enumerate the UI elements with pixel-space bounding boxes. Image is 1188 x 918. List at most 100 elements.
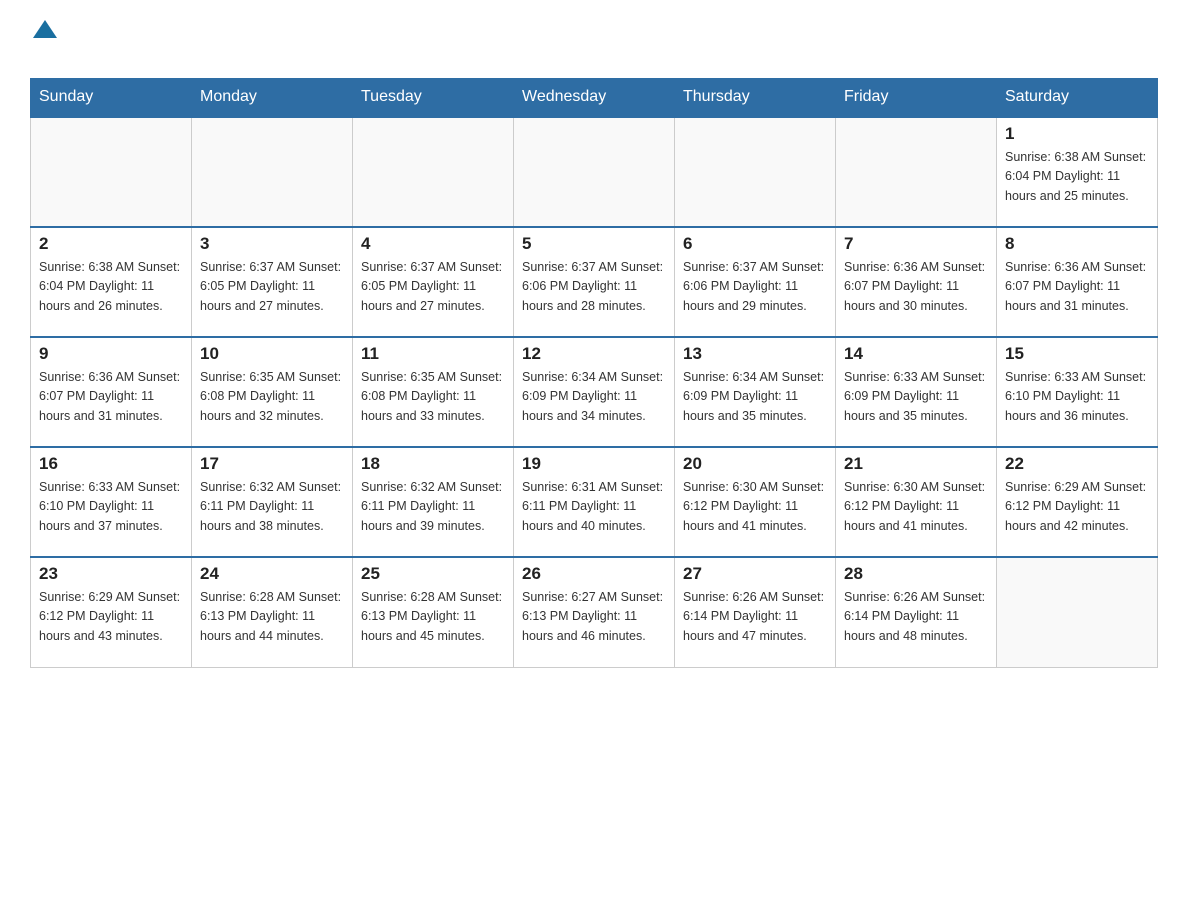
day-number: 1	[1005, 124, 1149, 144]
day-number: 20	[683, 454, 827, 474]
day-info: Sunrise: 6:33 AM Sunset: 6:10 PM Dayligh…	[1005, 368, 1149, 426]
calendar-cell: 27 Sunrise: 6:26 AM Sunset: 6:14 PM Dayli…	[675, 557, 836, 667]
calendar-cell: 7 Sunrise: 6:36 AM Sunset: 6:07 PM Daylig…	[836, 227, 997, 337]
calendar-cell	[836, 117, 997, 227]
calendar-cell: 5Sunrise: 6:37 AM Sunset: 6:06 PM Daylig…	[514, 227, 675, 337]
page-header	[30, 20, 1158, 68]
day-info: Sunrise: 6:37 AM Sunset: 6:05 PM Dayligh…	[361, 258, 505, 316]
weekday-header-monday: Monday	[192, 78, 353, 117]
calendar-cell: 23 Sunrise: 6:29 AM Sunset: 6:12 PM Dayli…	[31, 557, 192, 667]
calendar-cell: 22 Sunrise: 6:29 AM Sunset: 6:12 PM Dayli…	[997, 447, 1158, 557]
day-number: 24	[200, 564, 344, 584]
day-number: 7	[844, 234, 988, 254]
calendar-cell: 17 Sunrise: 6:32 AM Sunset: 6:11 PM Dayli…	[192, 447, 353, 557]
weekday-header-row: SundayMondayTuesdayWednesdayThursdayFrid…	[31, 78, 1158, 117]
day-number: 23	[39, 564, 183, 584]
calendar-cell: 16Sunrise: 6:33 AM Sunset: 6:10 PM Dayli…	[31, 447, 192, 557]
calendar-week-row: 23 Sunrise: 6:29 AM Sunset: 6:12 PM Dayli…	[31, 557, 1158, 667]
day-number: 6	[683, 234, 827, 254]
day-number: 27	[683, 564, 827, 584]
day-info: Sunrise: 6:33 AM Sunset: 6:09 PM Dayligh…	[844, 368, 988, 426]
day-info: Sunrise: 6:29 AM Sunset: 6:12 PM Dayligh…	[39, 588, 183, 646]
day-info: Sunrise: 6:32 AM Sunset: 6:11 PM Dayligh…	[200, 478, 344, 536]
logo-triangle-icon	[33, 20, 57, 38]
day-info: Sunrise: 6:28 AM Sunset: 6:13 PM Dayligh…	[200, 588, 344, 646]
day-info: Sunrise: 6:38 AM Sunset: 6:04 PM Dayligh…	[39, 258, 183, 316]
day-info: Sunrise: 6:37 AM Sunset: 6:06 PM Dayligh…	[683, 258, 827, 316]
day-number: 4	[361, 234, 505, 254]
calendar-cell: 8 Sunrise: 6:36 AM Sunset: 6:07 PM Daylig…	[997, 227, 1158, 337]
weekday-header-saturday: Saturday	[997, 78, 1158, 117]
day-info: Sunrise: 6:27 AM Sunset: 6:13 PM Dayligh…	[522, 588, 666, 646]
day-number: 17	[200, 454, 344, 474]
calendar-cell: 3 Sunrise: 6:37 AM Sunset: 6:05 PM Daylig…	[192, 227, 353, 337]
day-number: 3	[200, 234, 344, 254]
day-info: Sunrise: 6:34 AM Sunset: 6:09 PM Dayligh…	[683, 368, 827, 426]
day-number: 19	[522, 454, 666, 474]
day-number: 18	[361, 454, 505, 474]
calendar-week-row: 2 Sunrise: 6:38 AM Sunset: 6:04 PM Daylig…	[31, 227, 1158, 337]
weekday-header-thursday: Thursday	[675, 78, 836, 117]
calendar-cell: 10Sunrise: 6:35 AM Sunset: 6:08 PM Dayli…	[192, 337, 353, 447]
day-number: 12	[522, 344, 666, 364]
day-info: Sunrise: 6:32 AM Sunset: 6:11 PM Dayligh…	[361, 478, 505, 536]
calendar-week-row: 9 Sunrise: 6:36 AM Sunset: 6:07 PM Daylig…	[31, 337, 1158, 447]
calendar-cell: 21 Sunrise: 6:30 AM Sunset: 6:12 PM Dayli…	[836, 447, 997, 557]
calendar-cell: 26 Sunrise: 6:27 AM Sunset: 6:13 PM Dayli…	[514, 557, 675, 667]
day-number: 9	[39, 344, 183, 364]
calendar-cell	[675, 117, 836, 227]
day-info: Sunrise: 6:37 AM Sunset: 6:05 PM Dayligh…	[200, 258, 344, 316]
calendar-cell	[514, 117, 675, 227]
day-number: 13	[683, 344, 827, 364]
calendar-cell: 18 Sunrise: 6:32 AM Sunset: 6:11 PM Dayli…	[353, 447, 514, 557]
calendar-cell: 19 Sunrise: 6:31 AM Sunset: 6:11 PM Dayli…	[514, 447, 675, 557]
day-info: Sunrise: 6:36 AM Sunset: 6:07 PM Dayligh…	[844, 258, 988, 316]
calendar-cell: 28Sunrise: 6:26 AM Sunset: 6:14 PM Dayli…	[836, 557, 997, 667]
day-info: Sunrise: 6:36 AM Sunset: 6:07 PM Dayligh…	[39, 368, 183, 426]
calendar-cell: 4 Sunrise: 6:37 AM Sunset: 6:05 PM Daylig…	[353, 227, 514, 337]
calendar-week-row: 16Sunrise: 6:33 AM Sunset: 6:10 PM Dayli…	[31, 447, 1158, 557]
day-number: 14	[844, 344, 988, 364]
calendar-cell: 15Sunrise: 6:33 AM Sunset: 6:10 PM Dayli…	[997, 337, 1158, 447]
weekday-header-sunday: Sunday	[31, 78, 192, 117]
day-number: 22	[1005, 454, 1149, 474]
calendar-cell	[31, 117, 192, 227]
day-info: Sunrise: 6:36 AM Sunset: 6:07 PM Dayligh…	[1005, 258, 1149, 316]
day-number: 10	[200, 344, 344, 364]
day-info: Sunrise: 6:30 AM Sunset: 6:12 PM Dayligh…	[683, 478, 827, 536]
day-info: Sunrise: 6:31 AM Sunset: 6:11 PM Dayligh…	[522, 478, 666, 536]
day-number: 16	[39, 454, 183, 474]
calendar-cell	[192, 117, 353, 227]
calendar-cell: 9 Sunrise: 6:36 AM Sunset: 6:07 PM Daylig…	[31, 337, 192, 447]
calendar-cell: 24 Sunrise: 6:28 AM Sunset: 6:13 PM Dayli…	[192, 557, 353, 667]
day-number: 21	[844, 454, 988, 474]
day-info: Sunrise: 6:26 AM Sunset: 6:14 PM Dayligh…	[683, 588, 827, 646]
weekday-header-wednesday: Wednesday	[514, 78, 675, 117]
calendar-table: SundayMondayTuesdayWednesdayThursdayFrid…	[30, 78, 1158, 668]
calendar-cell: 2 Sunrise: 6:38 AM Sunset: 6:04 PM Daylig…	[31, 227, 192, 337]
day-number: 8	[1005, 234, 1149, 254]
calendar-cell: 20 Sunrise: 6:30 AM Sunset: 6:12 PM Dayli…	[675, 447, 836, 557]
day-number: 11	[361, 344, 505, 364]
day-info: Sunrise: 6:26 AM Sunset: 6:14 PM Dayligh…	[844, 588, 988, 646]
calendar-cell: 1 Sunrise: 6:38 AM Sunset: 6:04 PM Daylig…	[997, 117, 1158, 227]
day-info: Sunrise: 6:38 AM Sunset: 6:04 PM Dayligh…	[1005, 148, 1149, 206]
weekday-header-tuesday: Tuesday	[353, 78, 514, 117]
day-info: Sunrise: 6:30 AM Sunset: 6:12 PM Dayligh…	[844, 478, 988, 536]
calendar-cell	[353, 117, 514, 227]
calendar-cell: 11 Sunrise: 6:35 AM Sunset: 6:08 PM Dayli…	[353, 337, 514, 447]
day-number: 25	[361, 564, 505, 584]
day-number: 26	[522, 564, 666, 584]
calendar-week-row: 1 Sunrise: 6:38 AM Sunset: 6:04 PM Daylig…	[31, 117, 1158, 227]
calendar-cell	[997, 557, 1158, 667]
calendar-cell: 13 Sunrise: 6:34 AM Sunset: 6:09 PM Dayli…	[675, 337, 836, 447]
day-number: 2	[39, 234, 183, 254]
day-info: Sunrise: 6:29 AM Sunset: 6:12 PM Dayligh…	[1005, 478, 1149, 536]
calendar-cell: 6 Sunrise: 6:37 AM Sunset: 6:06 PM Daylig…	[675, 227, 836, 337]
day-info: Sunrise: 6:35 AM Sunset: 6:08 PM Dayligh…	[361, 368, 505, 426]
calendar-cell: 12 Sunrise: 6:34 AM Sunset: 6:09 PM Dayli…	[514, 337, 675, 447]
logo	[30, 20, 57, 68]
weekday-header-friday: Friday	[836, 78, 997, 117]
day-info: Sunrise: 6:34 AM Sunset: 6:09 PM Dayligh…	[522, 368, 666, 426]
day-info: Sunrise: 6:28 AM Sunset: 6:13 PM Dayligh…	[361, 588, 505, 646]
